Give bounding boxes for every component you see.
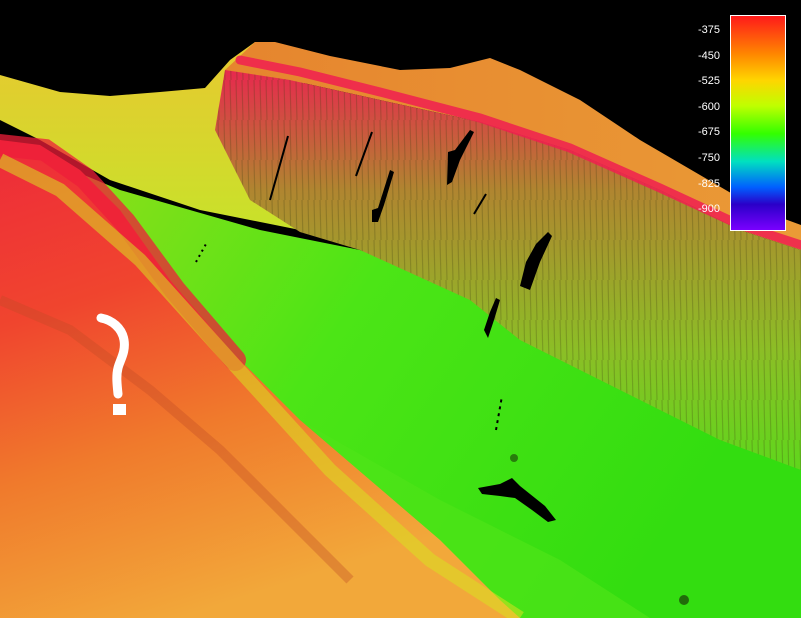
data-gap	[679, 595, 689, 605]
bathymetry-scene	[0, 0, 801, 618]
data-gap	[510, 454, 518, 462]
